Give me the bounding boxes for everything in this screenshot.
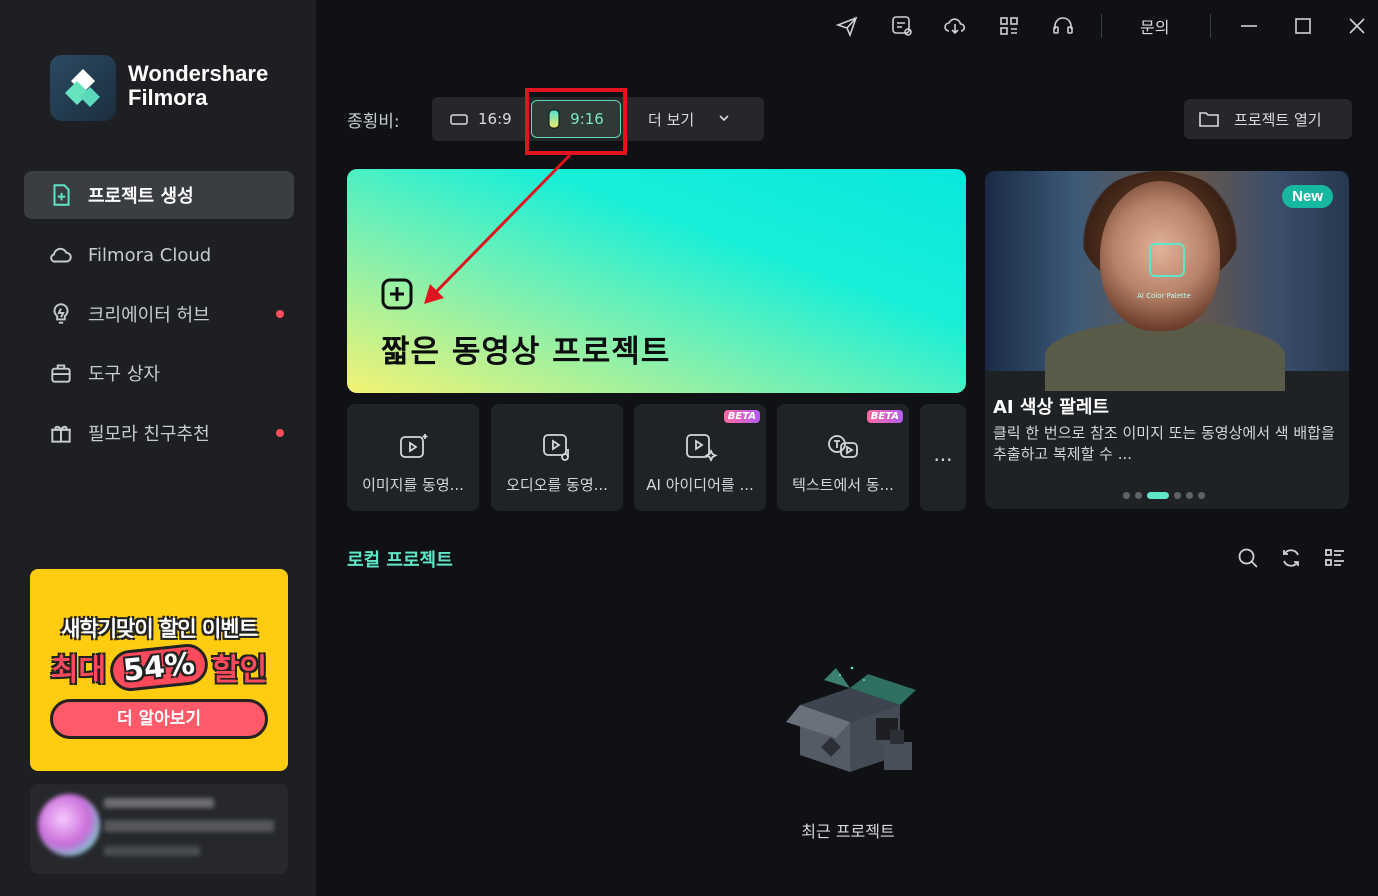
sidebar-item-label: 필모라 친구추천 (88, 424, 210, 445)
close-icon[interactable] (1345, 14, 1369, 38)
sidebar: Wondershare Filmora 프로젝트 생성 Filmora Clou… (0, 0, 316, 896)
send-icon[interactable] (835, 14, 859, 38)
sidebar-item-label: 크리에이터 허브 (88, 305, 210, 326)
notification-dot (276, 310, 284, 318)
text-to-video-tile[interactable]: BETA 텍스트에서 동... (777, 404, 909, 511)
beta-badge: BETA (866, 410, 903, 423)
sidebar-item-referral[interactable]: 필모라 친구추천 (24, 409, 294, 457)
sidebar-item-label: 프로젝트 생성 (88, 186, 194, 207)
carousel-dots[interactable] (1123, 492, 1205, 499)
ratio-16-9-button[interactable]: 16:9 (450, 97, 512, 141)
promo-headline: 새학기맞이 할인 이벤트 (61, 617, 258, 641)
audio-to-video-icon (543, 434, 569, 461)
sidebar-item-label: 도구 상자 (88, 364, 160, 385)
hero-title: 짧은 동영상 프로젝트 (381, 334, 671, 370)
grid-icon[interactable] (997, 14, 1021, 38)
ai-idea-to-video-tile[interactable]: BETA AI 아이디어를 ... (634, 404, 766, 511)
plus-icon (381, 278, 413, 310)
inquiry-button[interactable]: 문의 (1140, 14, 1169, 38)
cloud-icon (50, 247, 72, 263)
list-view-icon[interactable] (1324, 547, 1346, 569)
headset-icon[interactable] (1051, 14, 1075, 38)
open-project-button[interactable]: 프로젝트 열기 (1184, 99, 1352, 139)
titlebar-divider (1101, 14, 1102, 38)
landscape-icon (450, 114, 468, 125)
feature-title: AI 색상 팔레트 (993, 397, 1109, 418)
filmora-logo (50, 55, 116, 121)
gift-icon (51, 425, 71, 443)
palette-icon (1149, 243, 1185, 277)
maximize-icon[interactable] (1291, 14, 1315, 38)
notification-dot (276, 429, 284, 437)
feature-description: 클릭 한 번으로 참조 이미지 또는 동영상에서 색 배합을 추출하고 복제할 … (993, 424, 1335, 463)
more-tools-button[interactable]: ... (920, 404, 966, 511)
image-to-video-icon (400, 434, 428, 458)
sidebar-item-creator-hub[interactable]: 크리에이터 허브 (24, 290, 294, 338)
username-blurred (104, 798, 214, 808)
sidebar-item-toolbox[interactable]: 도구 상자 (24, 349, 294, 397)
titlebar-divider (1210, 14, 1211, 38)
annotation-highlight-box (525, 88, 627, 155)
sidebar-item-filmora-cloud[interactable]: Filmora Cloud (24, 231, 294, 279)
ratio-more-dropdown[interactable]: 더 보기 (648, 97, 732, 141)
text-to-video-icon (828, 435, 858, 458)
bulb-icon (53, 303, 69, 324)
empty-box-icon (786, 666, 916, 772)
promo-banner[interactable]: 새학기맞이 할인 이벤트 최대 54% 할인 더 알아보기 (30, 569, 288, 771)
account-detail-blurred (104, 846, 200, 856)
brand-name: Wondershare Filmora (128, 61, 269, 110)
minimize-icon[interactable] (1237, 14, 1261, 38)
search-icon[interactable] (1237, 547, 1259, 569)
image-to-video-tile[interactable]: 이미지를 동영... (347, 404, 479, 511)
new-badge: New (1282, 185, 1333, 208)
toolbox-icon (51, 364, 71, 383)
new-project-icon (53, 184, 70, 206)
beta-badge: BETA (723, 410, 760, 423)
aspect-ratio-label: 종횡비: (347, 112, 400, 132)
folder-icon (1199, 112, 1219, 127)
local-projects-title: 로컬 프로젝트 (347, 550, 453, 571)
learn-more-button[interactable]: 더 알아보기 (50, 699, 268, 739)
feature-card[interactable]: AI Color Palette New AI 색상 팔레트 클릭 한 번으로 … (985, 171, 1349, 509)
recent-projects-label: 최근 프로젝트 (801, 822, 895, 841)
calendar-list-icon[interactable] (890, 14, 914, 38)
promo-discount: 최대 54% 할인 (30, 641, 288, 693)
ai-idea-video-icon (686, 434, 718, 463)
refresh-icon[interactable] (1280, 547, 1302, 569)
cloud-download-icon[interactable] (943, 14, 967, 38)
sidebar-item-new-project[interactable]: 프로젝트 생성 (24, 171, 294, 219)
chevron-down-icon (719, 115, 729, 122)
audio-to-video-tile[interactable]: 오디오를 동영... (491, 404, 623, 511)
sidebar-item-label: Filmora Cloud (88, 244, 212, 266)
